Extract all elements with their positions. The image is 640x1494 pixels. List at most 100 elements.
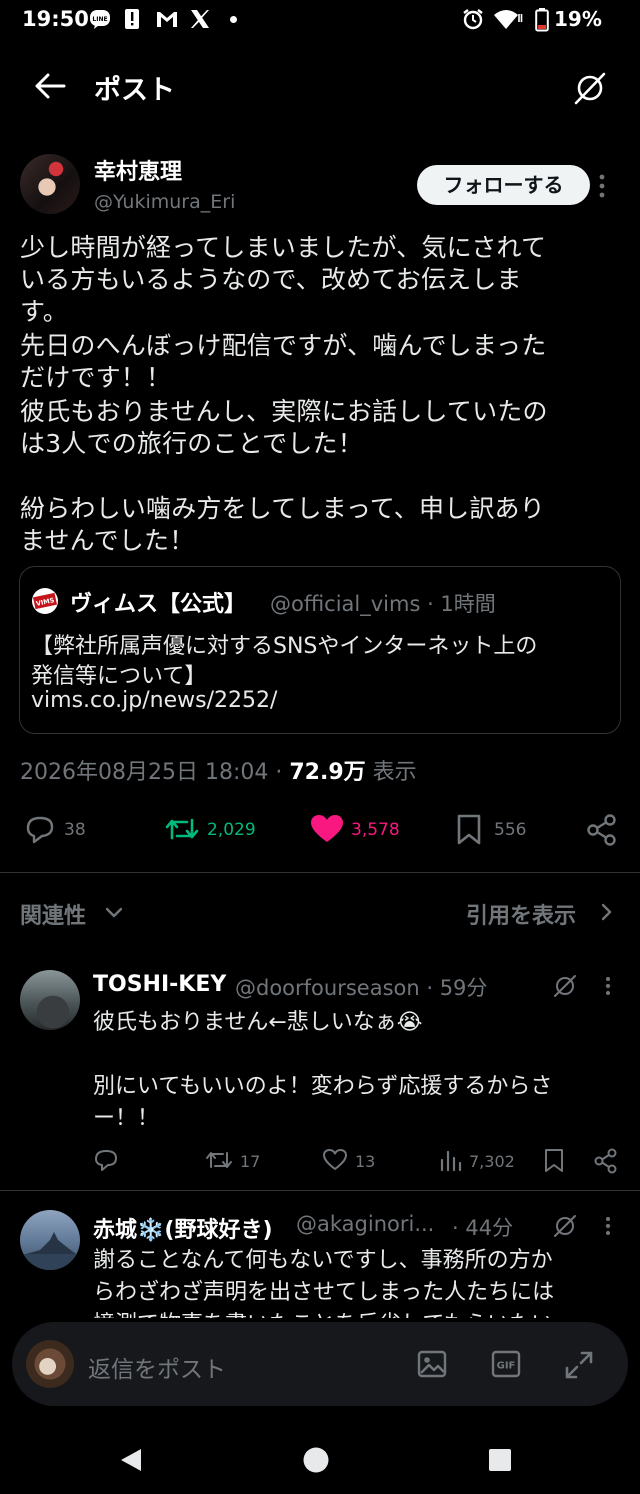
follow-button[interactable]: フォローする [417,165,590,205]
more-vertical-icon [606,1217,610,1235]
post-text-line: いる方もいるようなので、改めてお伝えしま [20,265,522,294]
chevron-right-icon [600,902,614,922]
reply-icon [26,816,54,844]
page-title: ポスト [94,75,175,106]
more-vertical-icon [606,977,610,995]
post-text-line: だけです！！ [20,363,172,392]
repost-icon [206,1152,232,1168]
bookmark-icon [545,1149,563,1172]
reply-avatar[interactable] [20,970,80,1030]
grok-icon [574,72,606,105]
bookmark-icon [457,814,481,845]
status-bar: 19:50 LINE 19% [0,0,640,40]
my-avatar [26,1340,74,1388]
view-quotes-link[interactable]: 引用を表示 [466,898,576,930]
expand-composer-button[interactable] [564,1350,594,1380]
grok-button[interactable] [572,70,608,106]
alarm-icon [462,8,484,30]
author-name[interactable]: 幸村恵理 [94,154,182,186]
share-button[interactable] [586,814,618,846]
post-datetime: 2026年08月25日 18:04 · [20,760,290,785]
back-button[interactable] [34,72,66,100]
reply-comment-button[interactable] [93,1148,119,1172]
svg-text:GIF: GIF [497,1361,516,1372]
reply-time: · 44分 [452,1216,514,1240]
post-more-button[interactable] [598,174,606,198]
wifi-icon [493,8,523,30]
reply-like-button[interactable] [322,1148,348,1172]
repost-icon [165,818,199,840]
analytics-icon [440,1150,462,1172]
battery-percent: 19% [554,7,602,31]
quote-text-line: 【弊社所属声優に対するSNSやインターネット上の [31,634,538,659]
reply-author-name[interactable]: TOSHI-KEY [93,972,226,997]
post-text-line: ませんでした！ [20,526,195,555]
reply-author-name[interactable]: 赤城❄️(野球好き) [93,1212,273,1244]
reply-count: 38 [64,820,86,840]
quote-author-logo: VIMS [32,588,58,614]
reply-views-button[interactable] [438,1148,462,1172]
add-gif-button[interactable]: GIF [491,1350,521,1378]
like-button[interactable] [310,814,344,844]
more-notifications-dot [230,16,237,23]
sort-label: 関連性 [20,904,87,929]
repost-count: 2,029 [207,820,256,840]
reply-handle: @akaginori... [296,1212,435,1236]
heart-icon [323,1149,347,1170]
reply-text-line: ー！！ [93,1106,160,1131]
post-text-line: 紛らわしい噛み方をしてしまって、申し訳あり [20,494,545,523]
nav-home-button[interactable] [303,1447,329,1473]
bookmark-button[interactable] [456,814,482,846]
gif-icon: GIF [491,1350,521,1378]
circle-home-icon [303,1447,329,1473]
reply-like-count: 13 [355,1152,376,1171]
reply-text-line: 彼氏もおりません←悲しいなぁ😭 [93,1010,423,1035]
quote-text-line: 発信等について】 [31,664,207,689]
bookmark-count: 556 [494,820,527,840]
quote-link[interactable]: vims.co.jp/news/2252/ [31,688,277,713]
post-text-line: は3人での旅行のことでした！ [20,429,363,458]
grok-button[interactable] [552,973,578,999]
image-icon [417,1350,447,1378]
view-count[interactable]: 72.9万 [289,760,365,785]
views-label: 表示 [365,760,417,785]
more-vertical-icon [599,174,605,198]
expand-icon [565,1351,593,1379]
like-count: 3,578 [351,820,400,840]
post-text-line: 少し時間が経ってしまいましたが、気にされて [20,233,547,262]
reply-share-button[interactable] [593,1148,619,1174]
heart-filled-icon [311,815,343,842]
post-text-line: す。 [20,297,68,326]
sort-dropdown[interactable]: 関連性 [20,898,86,930]
grok-icon [554,975,576,997]
notification-alert-icon [124,8,140,30]
author-handle[interactable]: @Yukimura_Eri [94,191,235,213]
repost-button[interactable] [165,814,199,844]
reply-button[interactable] [24,814,56,844]
add-image-button[interactable] [417,1350,447,1378]
reply-more-button[interactable] [605,976,611,996]
battery-icon [535,8,549,32]
nav-back-button[interactable] [119,1447,143,1473]
reply-text-line: らわざわざ声明を出させてしまった人たちには [93,1280,555,1305]
grok-button[interactable] [552,1213,578,1239]
reply-bookmark-button[interactable] [543,1148,565,1174]
reply-more-button[interactable] [605,1216,611,1236]
reply-input-placeholder[interactable]: 返信をポスト [88,1350,226,1384]
status-time: 19:50 [22,7,89,31]
chevron-down-icon [104,906,124,920]
share-icon [594,1148,617,1174]
grok-icon [554,1215,576,1237]
android-navigation-bar [0,1420,640,1494]
reply-repost-button[interactable] [205,1148,233,1172]
reply-repost-count: 17 [240,1152,261,1171]
gmail-icon [155,8,179,30]
reply-avatar[interactable] [20,1210,80,1270]
reply-meta: @doorfourseason · 59分 [235,976,488,1000]
author-avatar[interactable] [20,154,80,214]
nav-recents-button[interactable] [488,1448,512,1472]
arrow-left-icon [35,73,66,99]
reply-view-count: 7,302 [469,1152,515,1171]
post-text-line: 彼氏もおりませんし、実際にお話ししていたの [20,397,548,426]
x-logo-icon [189,8,211,30]
